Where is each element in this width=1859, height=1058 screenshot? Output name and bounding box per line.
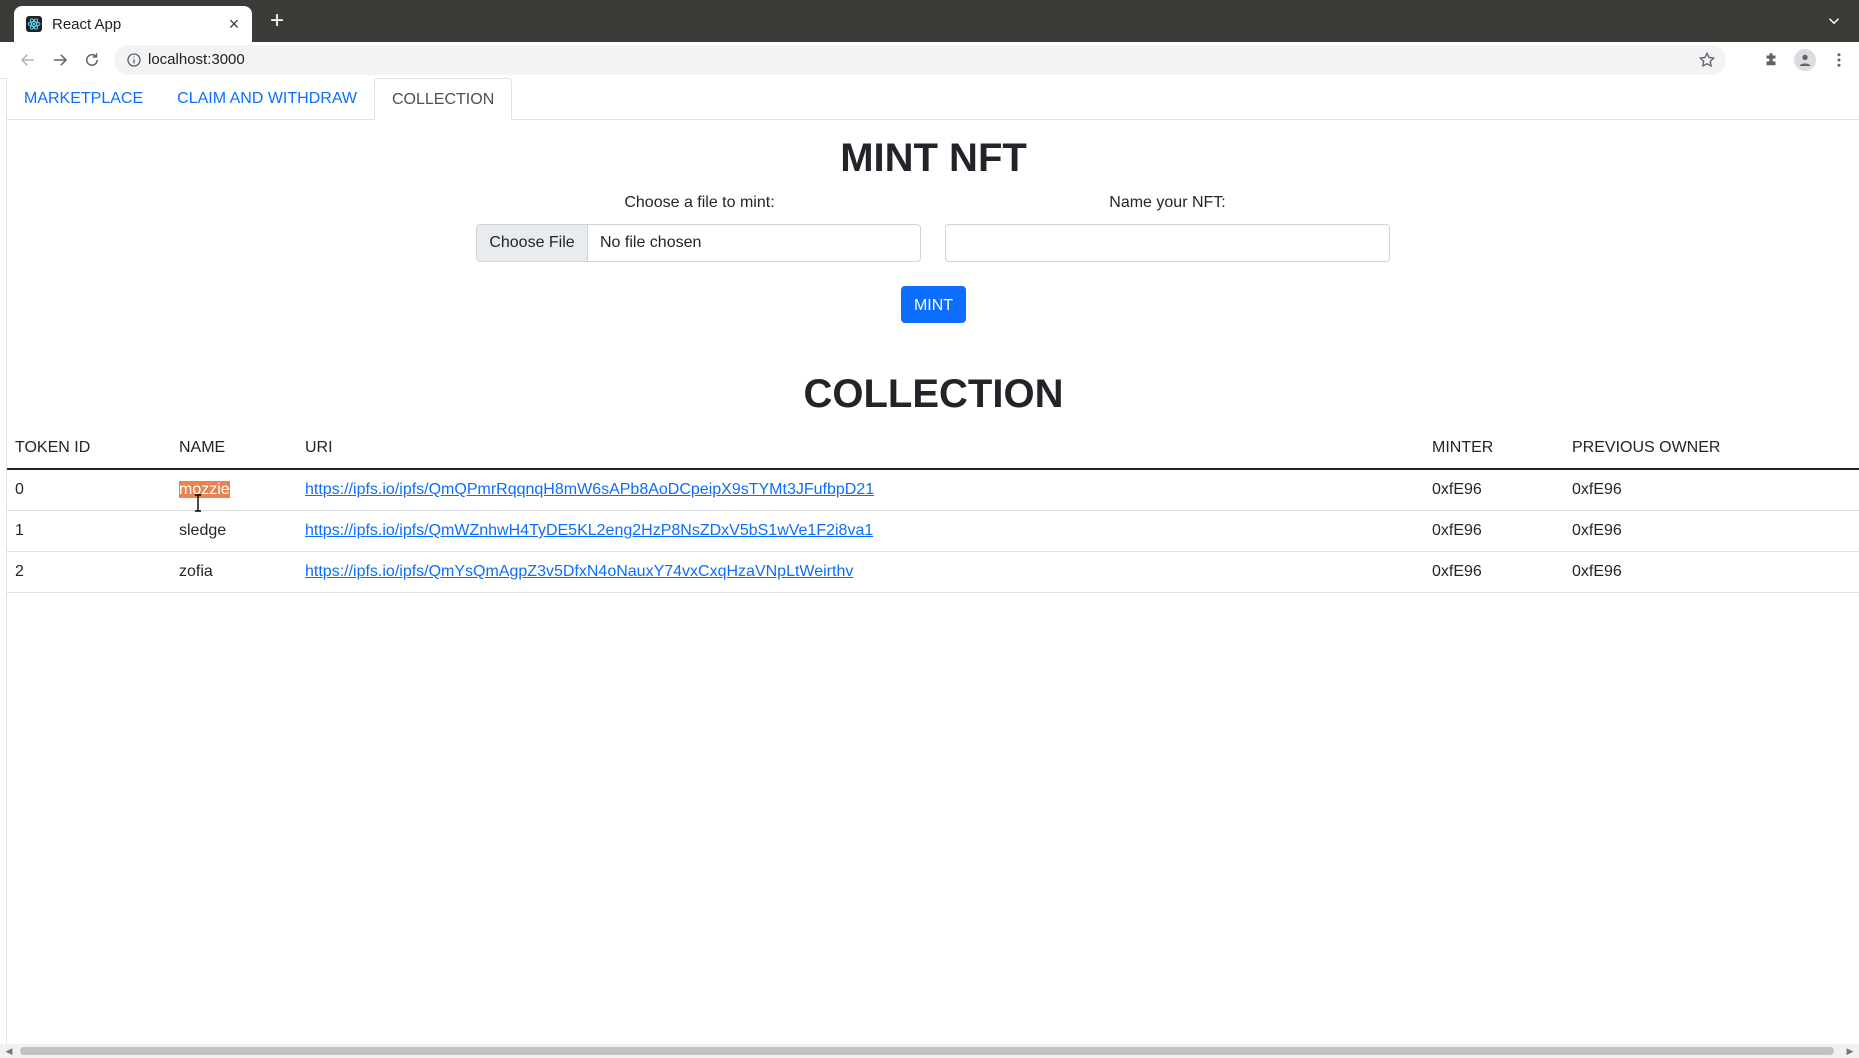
reload-icon[interactable] — [80, 48, 104, 72]
react-favicon-icon — [26, 16, 42, 32]
scroll-right-arrow-icon[interactable]: ▶ — [1845, 1046, 1855, 1056]
table-row: 2 zofia https://ipfs.io/ipfs/QmYsQmAgpZ3… — [7, 551, 1859, 593]
app-nav-tabs: MARKETPLACE CLAIM AND WITHDRAW COLLECTIO… — [7, 78, 1859, 120]
forward-arrow-icon[interactable] — [48, 48, 72, 72]
kebab-menu-icon[interactable] — [1830, 51, 1848, 69]
uri-link[interactable]: https://ipfs.io/ipfs/QmYsQmAgpZ3v5DfxN4o… — [305, 563, 853, 580]
horizontal-scrollbar[interactable]: ◀ ▶ — [0, 1044, 1859, 1058]
new-tab-icon[interactable]: + — [266, 9, 288, 33]
browser-toolbar: localhost:3000 — [0, 42, 1859, 79]
column-header-uri: URI — [297, 428, 1424, 470]
file-picker[interactable]: Choose File No file chosen — [476, 224, 921, 262]
minter-cell: 0xfE96 — [1424, 510, 1564, 552]
selected-name-text: mozzie — [179, 481, 230, 498]
text-cursor-icon — [195, 494, 201, 512]
name-cell: sledge — [171, 510, 297, 552]
collection-heading: COLLECTION — [803, 372, 1064, 416]
previous-owner-cell: 0xfE96 — [1564, 469, 1859, 511]
table-header-row: TOKEN ID NAME URI MINTER PREVIOUS OWNER — [7, 428, 1859, 470]
token-id-cell: 0 — [7, 469, 171, 511]
column-header-minter: MINTER — [1424, 428, 1564, 470]
close-tab-icon[interactable]: × — [224, 14, 244, 34]
choose-file-button[interactable]: Choose File — [477, 225, 588, 261]
table-row: 1 sledge https://ipfs.io/ipfs/QmWZnhwH4T… — [7, 510, 1859, 552]
name-cell: mozzie — [171, 469, 297, 511]
tab-title: React App — [52, 15, 122, 33]
nft-name-label: Name your NFT: — [1109, 194, 1226, 211]
uri-cell: https://ipfs.io/ipfs/QmWZnhwH4TyDE5KL2en… — [297, 510, 1424, 552]
uri-link[interactable]: https://ipfs.io/ipfs/QmWZnhwH4TyDE5KL2en… — [305, 522, 873, 539]
file-label: Choose a file to mint: — [624, 194, 775, 211]
tab-search-chevron-icon[interactable] — [1825, 12, 1843, 30]
browser-tab[interactable]: React App × — [14, 6, 252, 42]
scrollbar-thumb[interactable] — [20, 1047, 1834, 1055]
address-bar[interactable]: localhost:3000 — [114, 45, 1726, 75]
profile-avatar-icon[interactable] — [1794, 49, 1816, 71]
previous-owner-cell: 0xfE96 — [1564, 551, 1859, 593]
column-header-name: NAME — [171, 428, 297, 470]
column-header-previous-owner: PREVIOUS OWNER — [1564, 428, 1859, 470]
name-cell: zofia — [171, 551, 297, 593]
browser-tab-strip: React App × + — [0, 0, 1859, 42]
previous-owner-cell: 0xfE96 — [1564, 510, 1859, 552]
mint-heading: MINT NFT — [840, 136, 1027, 180]
scroll-left-arrow-icon[interactable]: ◀ — [4, 1046, 14, 1056]
minter-cell: 0xfE96 — [1424, 551, 1564, 593]
table-row: 0 mozzie https://ipfs.io/ipfs/QmQPmrRqqn… — [7, 469, 1859, 511]
info-icon[interactable] — [126, 52, 142, 68]
token-id-cell: 2 — [7, 551, 171, 593]
collection-table: TOKEN ID NAME URI MINTER PREVIOUS OWNER … — [7, 428, 1859, 593]
extensions-puzzle-icon[interactable] — [1762, 51, 1780, 69]
back-arrow-icon[interactable] — [16, 48, 40, 72]
column-header-token-id: TOKEN ID — [7, 428, 171, 470]
tab-claim-and-withdraw[interactable]: CLAIM AND WITHDRAW — [160, 78, 374, 119]
uri-link[interactable]: https://ipfs.io/ipfs/QmQPmrRqqnqH8mW6sAP… — [305, 481, 874, 498]
minter-cell: 0xfE96 — [1424, 469, 1564, 511]
uri-cell: https://ipfs.io/ipfs/QmYsQmAgpZ3v5DfxN4o… — [297, 551, 1424, 593]
bookmark-star-icon[interactable] — [1698, 51, 1716, 69]
app-page: MARKETPLACE CLAIM AND WITHDRAW COLLECTIO… — [6, 78, 1859, 1044]
tab-marketplace[interactable]: MARKETPLACE — [7, 78, 160, 119]
url-text: localhost:3000 — [148, 51, 245, 68]
file-status-text: No file chosen — [600, 234, 702, 251]
mint-button[interactable]: MINT — [901, 286, 966, 323]
token-id-cell: 1 — [7, 510, 171, 552]
nft-name-input[interactable] — [945, 224, 1390, 262]
uri-cell: https://ipfs.io/ipfs/QmQPmrRqqnqH8mW6sAP… — [297, 469, 1424, 511]
tab-collection[interactable]: COLLECTION — [374, 78, 513, 120]
